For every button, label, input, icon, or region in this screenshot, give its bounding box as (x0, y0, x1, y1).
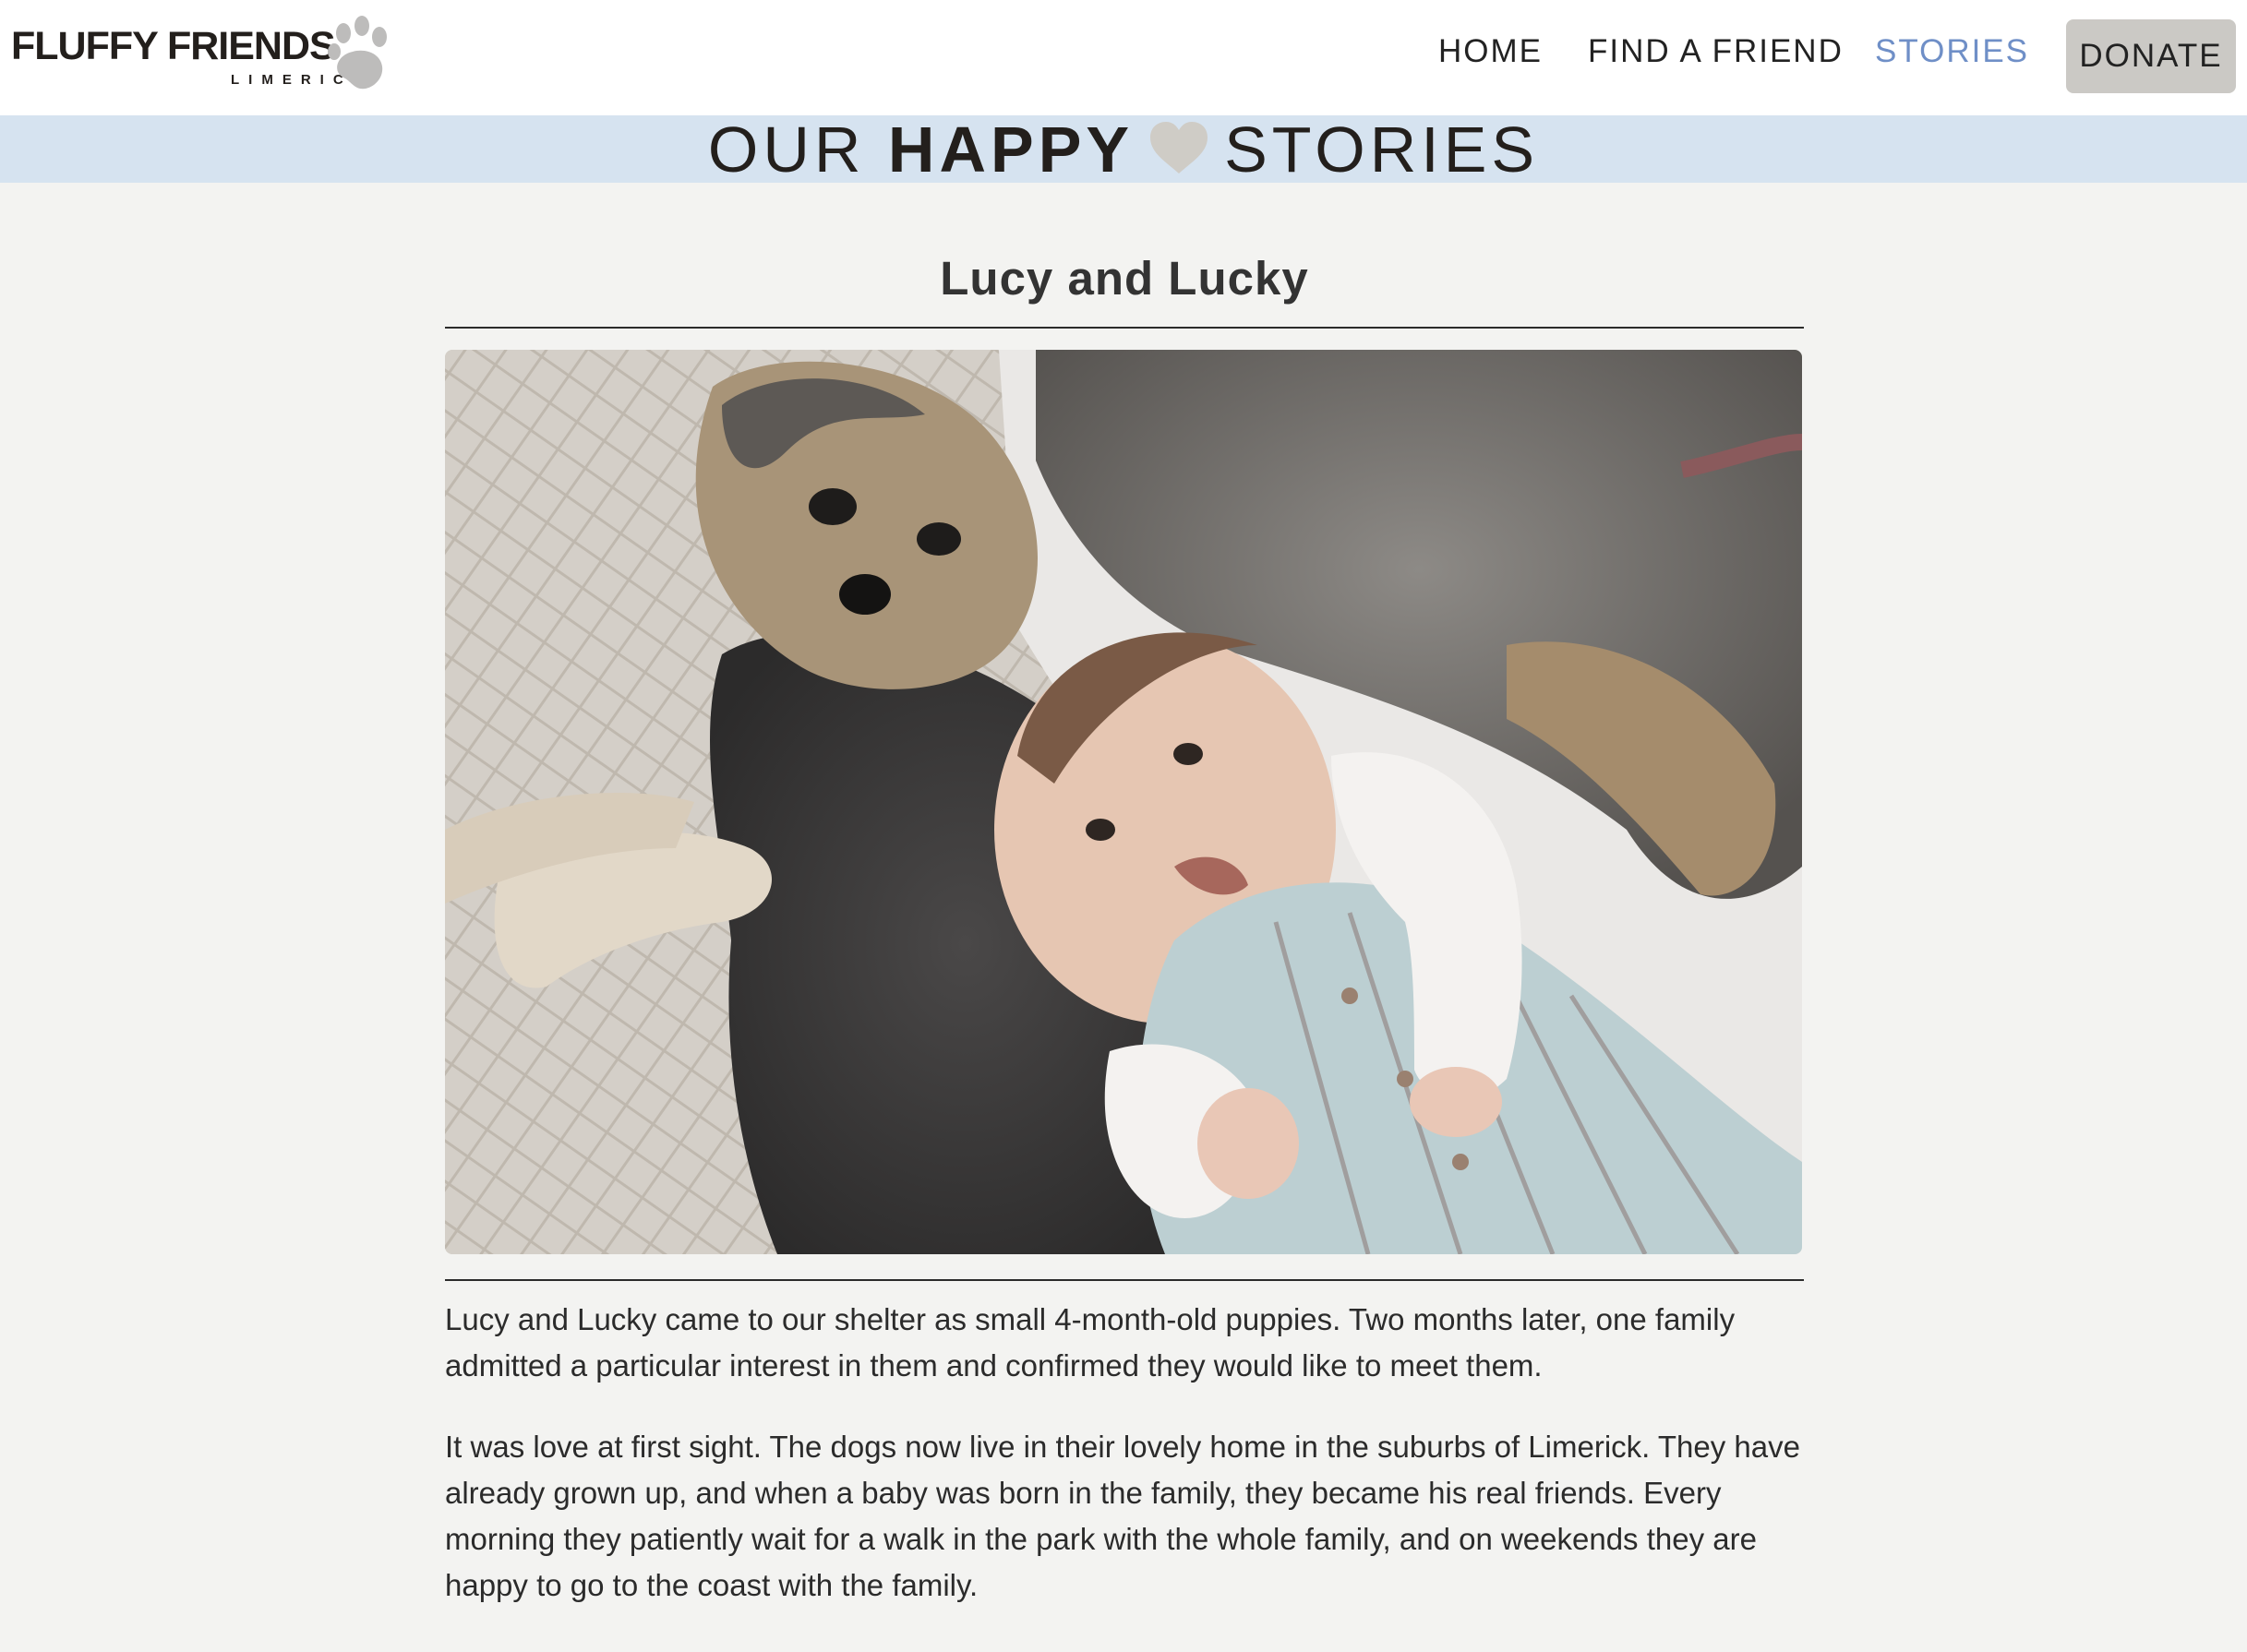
story-photo (445, 350, 1802, 1254)
stories-banner: OUR HAPPY STORIES (0, 114, 2247, 186)
banner-title: OUR HAPPY STORIES (0, 114, 2247, 186)
top-navbar: FLUFFY FRIENDS LIMERICK HOME FIND A FRIE… (0, 0, 2247, 115)
story-body: Lucy and Lucky came to our shelter as sm… (445, 1297, 1804, 1644)
nav-find-a-friend[interactable]: FIND A FRIEND (1588, 33, 1844, 70)
story-paragraph: Lucy and Lucky came to our shelter as sm… (445, 1302, 1736, 1383)
banner-word-stories: STORIES (1224, 114, 1540, 186)
site-logo[interactable]: FLUFFY FRIENDS LIMERICK (11, 11, 399, 94)
banner-word-our: OUR (707, 114, 866, 186)
banner-word-happy: HAPPY (887, 114, 1135, 186)
title-divider (445, 327, 1804, 329)
story-paragraph: It was love at first sight. The dogs now… (445, 1430, 1800, 1602)
donate-button[interactable]: DONATE (2066, 19, 2236, 93)
dogs-and-baby-illustration (445, 350, 1802, 1254)
logo-text: FLUFFY FRIENDS (11, 24, 336, 68)
heart-icon (1150, 122, 1208, 174)
photo-divider (445, 1279, 1804, 1281)
paw-icon (328, 16, 387, 90)
story-title: Lucy and Lucky (940, 252, 1309, 305)
nav-stories[interactable]: STORIES (1875, 33, 2029, 70)
nav-home[interactable]: HOME (1438, 33, 1543, 70)
